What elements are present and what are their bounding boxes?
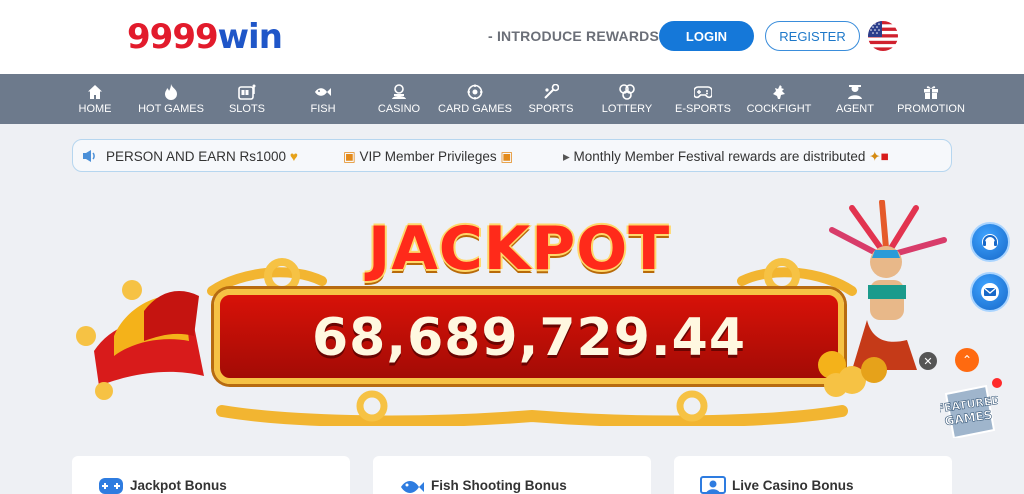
bonus-card-title: Jackpot Bonus (130, 478, 227, 493)
casino-icon (390, 83, 408, 101)
main-nav: HOME HOT GAMES SLOTS FISH CASINO CARD GA… (0, 74, 1024, 124)
nav-item-lottery[interactable]: LOTTERY (589, 74, 665, 124)
featured-games-badge[interactable]: FEATURED GAMES (935, 384, 1002, 440)
fish-icon (401, 481, 424, 493)
marquee-text: VIP Member Privileges (359, 149, 497, 164)
gift-icon (922, 83, 940, 101)
headset-icon (982, 234, 998, 250)
marquee-text: Monthly Member Festival rewards are dist… (573, 149, 866, 164)
logo-word: win (217, 17, 283, 57)
flame-icon (162, 83, 180, 101)
marquee-item: ▣ VIP Member Privileges ▣ (343, 149, 513, 165)
nav-label: HOME (78, 103, 112, 115)
marquee-item: PERSON AND EARN Rs1000 ♥ (106, 149, 298, 164)
site-header: 9999win - INTRODUCE REWARDS LOGIN REGIST… (0, 0, 1024, 74)
nav-item-casino[interactable]: CASINO (361, 74, 437, 124)
nav-label: E-SPORTS (674, 103, 732, 115)
gamepad-plus-icon (99, 478, 123, 494)
jackpot-amount-plate: 68,689,729.44 (214, 289, 844, 384)
announcement-marquee[interactable]: PERSON AND EARN Rs1000 ♥ ▣ VIP Member Pr… (72, 139, 952, 172)
speaker-icon (83, 150, 95, 162)
warrior-character-icon (818, 200, 947, 397)
gift-box-icon: ▣ (343, 149, 356, 164)
marquee-item: ▸ Monthly Member Festival rewards are di… (563, 149, 889, 165)
lottery-icon (618, 83, 636, 101)
bonus-card-title: Live Casino Bonus (732, 478, 854, 493)
bonus-card-live-casino[interactable]: Live Casino Bonus (674, 456, 952, 494)
nav-label: SLOTS (228, 103, 266, 115)
register-button[interactable]: REGISTER (765, 21, 860, 51)
nav-item-sports[interactable]: SPORTS (513, 74, 589, 124)
nav-item-cockfight[interactable]: COCKFIGHT (741, 74, 817, 124)
logo-number: 9999 (127, 17, 219, 57)
site-logo[interactable]: 9999win (127, 17, 283, 57)
nav-item-slots[interactable]: SLOTS (209, 74, 285, 124)
nav-label: CASINO (377, 103, 421, 115)
marquee-text: PERSON AND EARN Rs1000 (106, 149, 287, 164)
login-button[interactable]: LOGIN (659, 21, 754, 51)
coin-emoji-icon: ♥ (289, 149, 298, 164)
nav-label: CARD GAMES (438, 103, 512, 115)
bonus-card-title: Fish Shooting Bonus (431, 478, 567, 493)
introduce-rewards-link[interactable]: - INTRODUCE REWARDS (488, 28, 659, 44)
cards-icon (466, 83, 484, 101)
live-casino-icon (700, 476, 726, 494)
nav-label: FISH (310, 103, 336, 115)
jackpot-banner[interactable]: JACKPOT 68,689,729.44 (72, 196, 952, 426)
slot-machine-icon (238, 83, 256, 101)
nav-label: LOTTERY (601, 103, 653, 115)
nav-label: SPORTS (528, 103, 574, 115)
mail-icon (981, 283, 999, 301)
nav-label: COCKFIGHT (746, 103, 812, 115)
email-button[interactable] (970, 272, 1010, 312)
jackpot-amount: 68,689,729.44 (311, 308, 747, 368)
support-chat-button[interactable] (970, 222, 1010, 262)
chevron-up-icon: ⌃ (961, 353, 973, 367)
bonus-card-fish-shooting[interactable]: Fish Shooting Bonus (373, 456, 651, 494)
nav-item-card-games[interactable]: CARD GAMES (437, 74, 513, 124)
nav-item-promotion[interactable]: PROMOTION (893, 74, 969, 124)
nav-item-fish[interactable]: FISH (285, 74, 361, 124)
scroll-top-button[interactable]: ⌃ (955, 348, 979, 372)
nav-item-home[interactable]: HOME (57, 74, 133, 124)
nav-item-agent[interactable]: AGENT (817, 74, 893, 124)
us-flag-icon[interactable] (868, 21, 898, 51)
nav-label: PROMOTION (897, 103, 965, 115)
bonus-card-jackpot[interactable]: Jackpot Bonus (72, 456, 350, 494)
megaphone-icon: ▸ (563, 149, 570, 164)
gamepad-icon (694, 83, 712, 101)
nav-label: AGENT (836, 103, 874, 115)
red-envelope-icon: ■ (880, 149, 889, 164)
rooster-icon (770, 83, 788, 101)
close-icon[interactable]: ✕ (919, 352, 937, 370)
sports-icon (542, 83, 560, 101)
jackpot-title: JACKPOT (368, 214, 671, 284)
home-icon (86, 83, 104, 101)
nav-item-e-sports[interactable]: E-SPORTS (665, 74, 741, 124)
nav-item-hot-games[interactable]: HOT GAMES (133, 74, 209, 124)
gift-box-icon: ▣ (500, 149, 514, 164)
agent-icon (846, 83, 864, 101)
nav-label: HOT GAMES (138, 103, 204, 115)
fish-icon (314, 83, 332, 101)
party-popper-icon: ✦ (869, 149, 881, 164)
